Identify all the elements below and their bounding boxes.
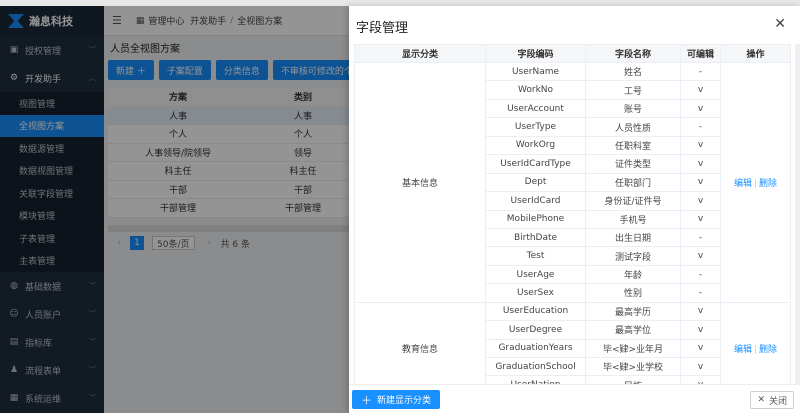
plus-icon: ＋ [361,393,372,407]
editable-cell: - [680,61,721,82]
editable-cell: v [680,356,721,377]
column-header: 操作 [720,44,791,63]
field-name-cell: 任职部门 [585,172,681,193]
drawer-footer: ＋ 新建显示分类 ✕ 关闭 [349,384,800,413]
field-table: 显示分类 字段编码 字段名称 可编辑 操作 基本信息 UserName 姓名 - 编辑 |… [354,44,791,384]
field-name-cell: 最高学位 [585,320,681,340]
field-code-cell: WorkNo [485,80,586,100]
field-code-cell: GraduationYears [485,338,586,359]
editable-cell: v [680,154,721,174]
field-name-cell: 账号 [585,98,681,119]
editable-cell: v [680,135,721,156]
delete-link[interactable]: 删除 [759,345,777,355]
field-code-cell: UserType [485,117,586,137]
field-name-cell: 出生日期 [585,227,681,248]
column-header: 字段编码 [485,44,586,63]
operations-cell: 编辑 | 删除 [720,62,791,303]
field-code-cell: UserIdCardType [485,154,586,174]
table-row: 教育信息 UserEducation 最高学历 v 编辑 | 删除 [354,301,791,384]
field-management-drawer: 字段管理 ✕ 显示分类 字段编码 字段名称 可编辑 操作 基本信息 UserNam… [349,6,800,413]
field-table-viewport: 显示分类 字段编码 字段名称 可编辑 操作 基本信息 UserName 姓名 - 编辑 |… [349,44,800,384]
column-header: 可编辑 [680,44,721,63]
field-code-cell: UserIdCard [485,191,586,211]
link-separator: | [753,344,758,355]
field-name-cell: 民族 [585,375,681,384]
close-icon: ✕ [757,395,765,405]
column-header: 显示分类 [354,44,486,63]
drawer-title: 字段管理 [356,21,409,36]
field-code-cell: WorkOrg [485,135,586,156]
new-category-label: 新建显示分类 [377,396,432,406]
field-name-cell: 年龄 [585,264,681,285]
close-icon[interactable]: ✕ [774,16,786,32]
editable-cell: v [680,191,721,211]
field-code-cell: UserAge [485,264,586,285]
field-code-cell: UserNation [485,375,586,384]
editable-cell: v [680,98,721,119]
operations-cell: 编辑 | 删除 [720,301,791,384]
close-label: 关闭 [768,396,787,407]
editable-cell: v [680,80,721,100]
editable-cell: - [680,264,721,285]
field-code-cell: MobilePhone [485,209,586,229]
field-code-cell: UserAccount [485,98,586,119]
field-name-cell: 任职科室 [585,135,681,156]
editable-cell: - [680,283,721,303]
field-name-cell: 人员性质 [585,117,681,137]
editable-cell: v [680,172,721,193]
editable-cell: - [680,117,721,137]
field-name-cell: 证件类型 [585,154,681,174]
field-code-cell: UserName [485,61,586,82]
new-category-button[interactable]: ＋ 新建显示分类 [352,390,441,409]
field-name-cell: 毕<肄>业学校 [585,356,681,377]
field-name-cell: 毕<肄>业年月 [585,338,681,359]
field-name-cell: 身份证/证件号 [585,191,681,211]
field-code-cell: BirthDate [485,227,586,248]
table-row: 基本信息 UserName 姓名 - 编辑 | 删除 [354,61,791,303]
field-name-cell: 最高学历 [585,301,681,322]
field-name-cell: 性别 [585,283,681,303]
field-code-cell: Test [485,246,586,266]
group-name-cell: 教育信息 [354,301,486,384]
field-code-cell: UserSex [485,283,586,303]
field-code-cell: UserDegree [485,320,586,340]
table-header: 显示分类 字段编码 字段名称 可编辑 操作 [354,44,791,63]
delete-link[interactable]: 删除 [759,179,777,189]
editable-cell: - [680,227,721,248]
editable-cell: v [680,338,721,359]
editable-cell: v [680,246,721,266]
editable-cell: v [680,301,721,322]
editable-cell: v [680,375,721,384]
close-button[interactable]: ✕ 关闭 [750,391,794,409]
field-code-cell: Dept [485,172,586,193]
field-name-cell: 测试字段 [585,246,681,266]
field-code-cell: UserEducation [485,301,586,322]
group-name-cell: 基本信息 [354,62,486,303]
editable-cell: v [680,209,721,229]
field-code-cell: GraduationSchool [485,356,586,377]
vertical-scrollbar[interactable] [795,44,800,384]
editable-cell: v [680,320,721,340]
field-name-cell: 姓名 [585,61,681,82]
edit-link[interactable]: 编辑 [734,345,752,355]
edit-link[interactable]: 编辑 [734,179,752,189]
column-header: 字段名称 [585,44,681,63]
field-name-cell: 手机号 [585,209,681,229]
link-separator: | [753,178,758,189]
field-name-cell: 工号 [585,80,681,100]
